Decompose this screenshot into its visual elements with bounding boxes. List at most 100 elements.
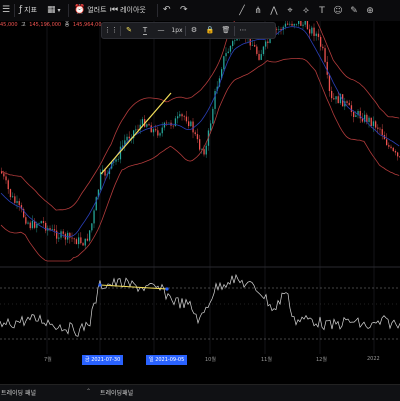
- candle-body: [53, 229, 56, 231]
- trading-panel-tab[interactable]: 트레이딩 패널: [1, 388, 36, 397]
- candle-body: [260, 54, 262, 60]
- ohlc-high-prefix: 고: [21, 22, 26, 28]
- candle-body: [166, 122, 168, 124]
- candle-body: [86, 238, 89, 241]
- redo-icon: ↷: [180, 5, 188, 15]
- ohlc-open: 45,000: [0, 22, 18, 28]
- line-tool-icon[interactable]: ╱: [236, 6, 248, 16]
- candle-body: [14, 196, 16, 203]
- candle-body: [368, 117, 370, 123]
- candle-body: [177, 116, 179, 119]
- candle-body: [313, 27, 315, 36]
- crosshair-tool-icon[interactable]: ⌖: [284, 6, 296, 16]
- x-label-jul: 7월: [44, 357, 52, 363]
- candle-body: [135, 129, 137, 131]
- measure-tool-icon[interactable]: ⟡: [300, 6, 312, 16]
- redo-button[interactable]: ↷: [180, 3, 188, 18]
- candle-body: [9, 189, 12, 198]
- bottom-panel-bar: 트레이딩 패널 ⌃ 트레이딩패널: [0, 384, 400, 401]
- candle-body: [331, 90, 333, 99]
- emoji-tool-icon[interactable]: ☺: [332, 6, 344, 16]
- brush-tool-icon[interactable]: ✎: [348, 6, 360, 16]
- candle-body: [256, 46, 258, 54]
- menu-icon: ☰: [2, 5, 11, 15]
- collapse-icon[interactable]: ⌃: [86, 388, 91, 395]
- candle-body: [379, 128, 381, 130]
- ohlc-high: 145,196,000: [29, 22, 62, 28]
- candle-body: [251, 45, 254, 46]
- rsi-trend-handle-end[interactable]: [165, 287, 169, 291]
- line-color-icon[interactable]: ✎: [121, 23, 137, 38]
- alert-button[interactable]: ⏰ 얼러트: [74, 3, 107, 18]
- drawing-tools: ╱ ⋔ ⋀ ⌖ ⟡ T ☺ ✎ ⊕: [236, 3, 376, 18]
- candle-body: [29, 222, 31, 229]
- candle-body: [157, 130, 159, 136]
- text-tool-icon[interactable]: T: [316, 6, 328, 16]
- more-icon[interactable]: ⋯: [235, 23, 251, 38]
- trading-panel-tab-2[interactable]: 트레이딩패널: [100, 388, 133, 397]
- candle-body: [397, 152, 399, 157]
- candle-body: [298, 21, 300, 24]
- candle-body: [309, 29, 311, 34]
- candle-body: [254, 45, 256, 47]
- candle-body: [38, 223, 40, 224]
- candle-body: [348, 102, 350, 106]
- candle-body: [366, 114, 368, 123]
- indicators-icon: ƒ: [19, 5, 23, 15]
- settings-icon[interactable]: ⚙: [186, 23, 202, 38]
- candle-body: [328, 74, 331, 91]
- zoom-tool-icon[interactable]: ⊕: [364, 6, 376, 16]
- delete-icon[interactable]: 🗑: [218, 23, 234, 38]
- candle-body: [267, 41, 269, 44]
- candle-body: [126, 136, 128, 141]
- candle-body: [265, 41, 267, 47]
- candle-body: [284, 23, 287, 27]
- candle-body: [359, 110, 361, 119]
- lock-icon[interactable]: 🔒: [202, 23, 218, 38]
- candle-body: [78, 237, 80, 245]
- layout-label: 레이아웃: [120, 6, 146, 14]
- drag-handle-icon[interactable]: ⋮⋮: [102, 23, 120, 38]
- candle-body: [205, 145, 207, 155]
- line-style-icon[interactable]: —: [153, 23, 169, 38]
- candle-body: [324, 48, 326, 62]
- candle-body: [42, 221, 45, 223]
- undo-icon: ↶: [163, 5, 171, 15]
- candle-body: [392, 147, 394, 152]
- candle-body: [181, 114, 183, 117]
- pattern-tool-icon[interactable]: ⋀: [268, 6, 280, 16]
- candle-body: [84, 238, 86, 246]
- price-chart[interactable]: [0, 21, 400, 354]
- candle-body: [146, 124, 148, 127]
- candle-body: [58, 237, 60, 239]
- candle-body: [377, 127, 379, 129]
- candle-body: [73, 238, 75, 240]
- candle-body: [322, 46, 324, 49]
- candle-body: [276, 28, 278, 30]
- x-highlight-start: 금 2021-07-30: [82, 355, 124, 365]
- rsi-trend-handle-start[interactable]: [98, 283, 102, 287]
- text-color-icon[interactable]: T: [137, 23, 153, 38]
- candle-body: [45, 222, 47, 231]
- candle-body: [333, 98, 335, 100]
- undo-button[interactable]: ↶: [163, 3, 171, 18]
- layout-button[interactable]: ⏮ 레이아웃: [110, 3, 146, 18]
- line-width-value[interactable]: 1px: [169, 23, 185, 38]
- candle-body: [31, 220, 34, 229]
- candle-body: [375, 121, 377, 128]
- x-label-nov: 11월: [261, 357, 272, 363]
- candle-body: [119, 146, 122, 160]
- candle-body: [117, 159, 119, 160]
- candle-body: [25, 217, 27, 224]
- time-axis[interactable]: 7월 금 2021-07-30 일 2021-09-05 10월 11월 12월…: [0, 354, 400, 367]
- indicators-button[interactable]: ƒ 지표: [19, 3, 37, 18]
- candle-body: [390, 146, 392, 148]
- candle-body: [229, 46, 232, 52]
- candle-body: [179, 114, 181, 117]
- candle-body: [350, 105, 353, 113]
- templates-button[interactable]: ▦ ▾: [47, 3, 61, 18]
- toolbar-menu[interactable]: ☰: [2, 3, 10, 18]
- candle-body: [315, 33, 317, 36]
- candle-body: [141, 119, 144, 125]
- fork-tool-icon[interactable]: ⋔: [252, 6, 264, 16]
